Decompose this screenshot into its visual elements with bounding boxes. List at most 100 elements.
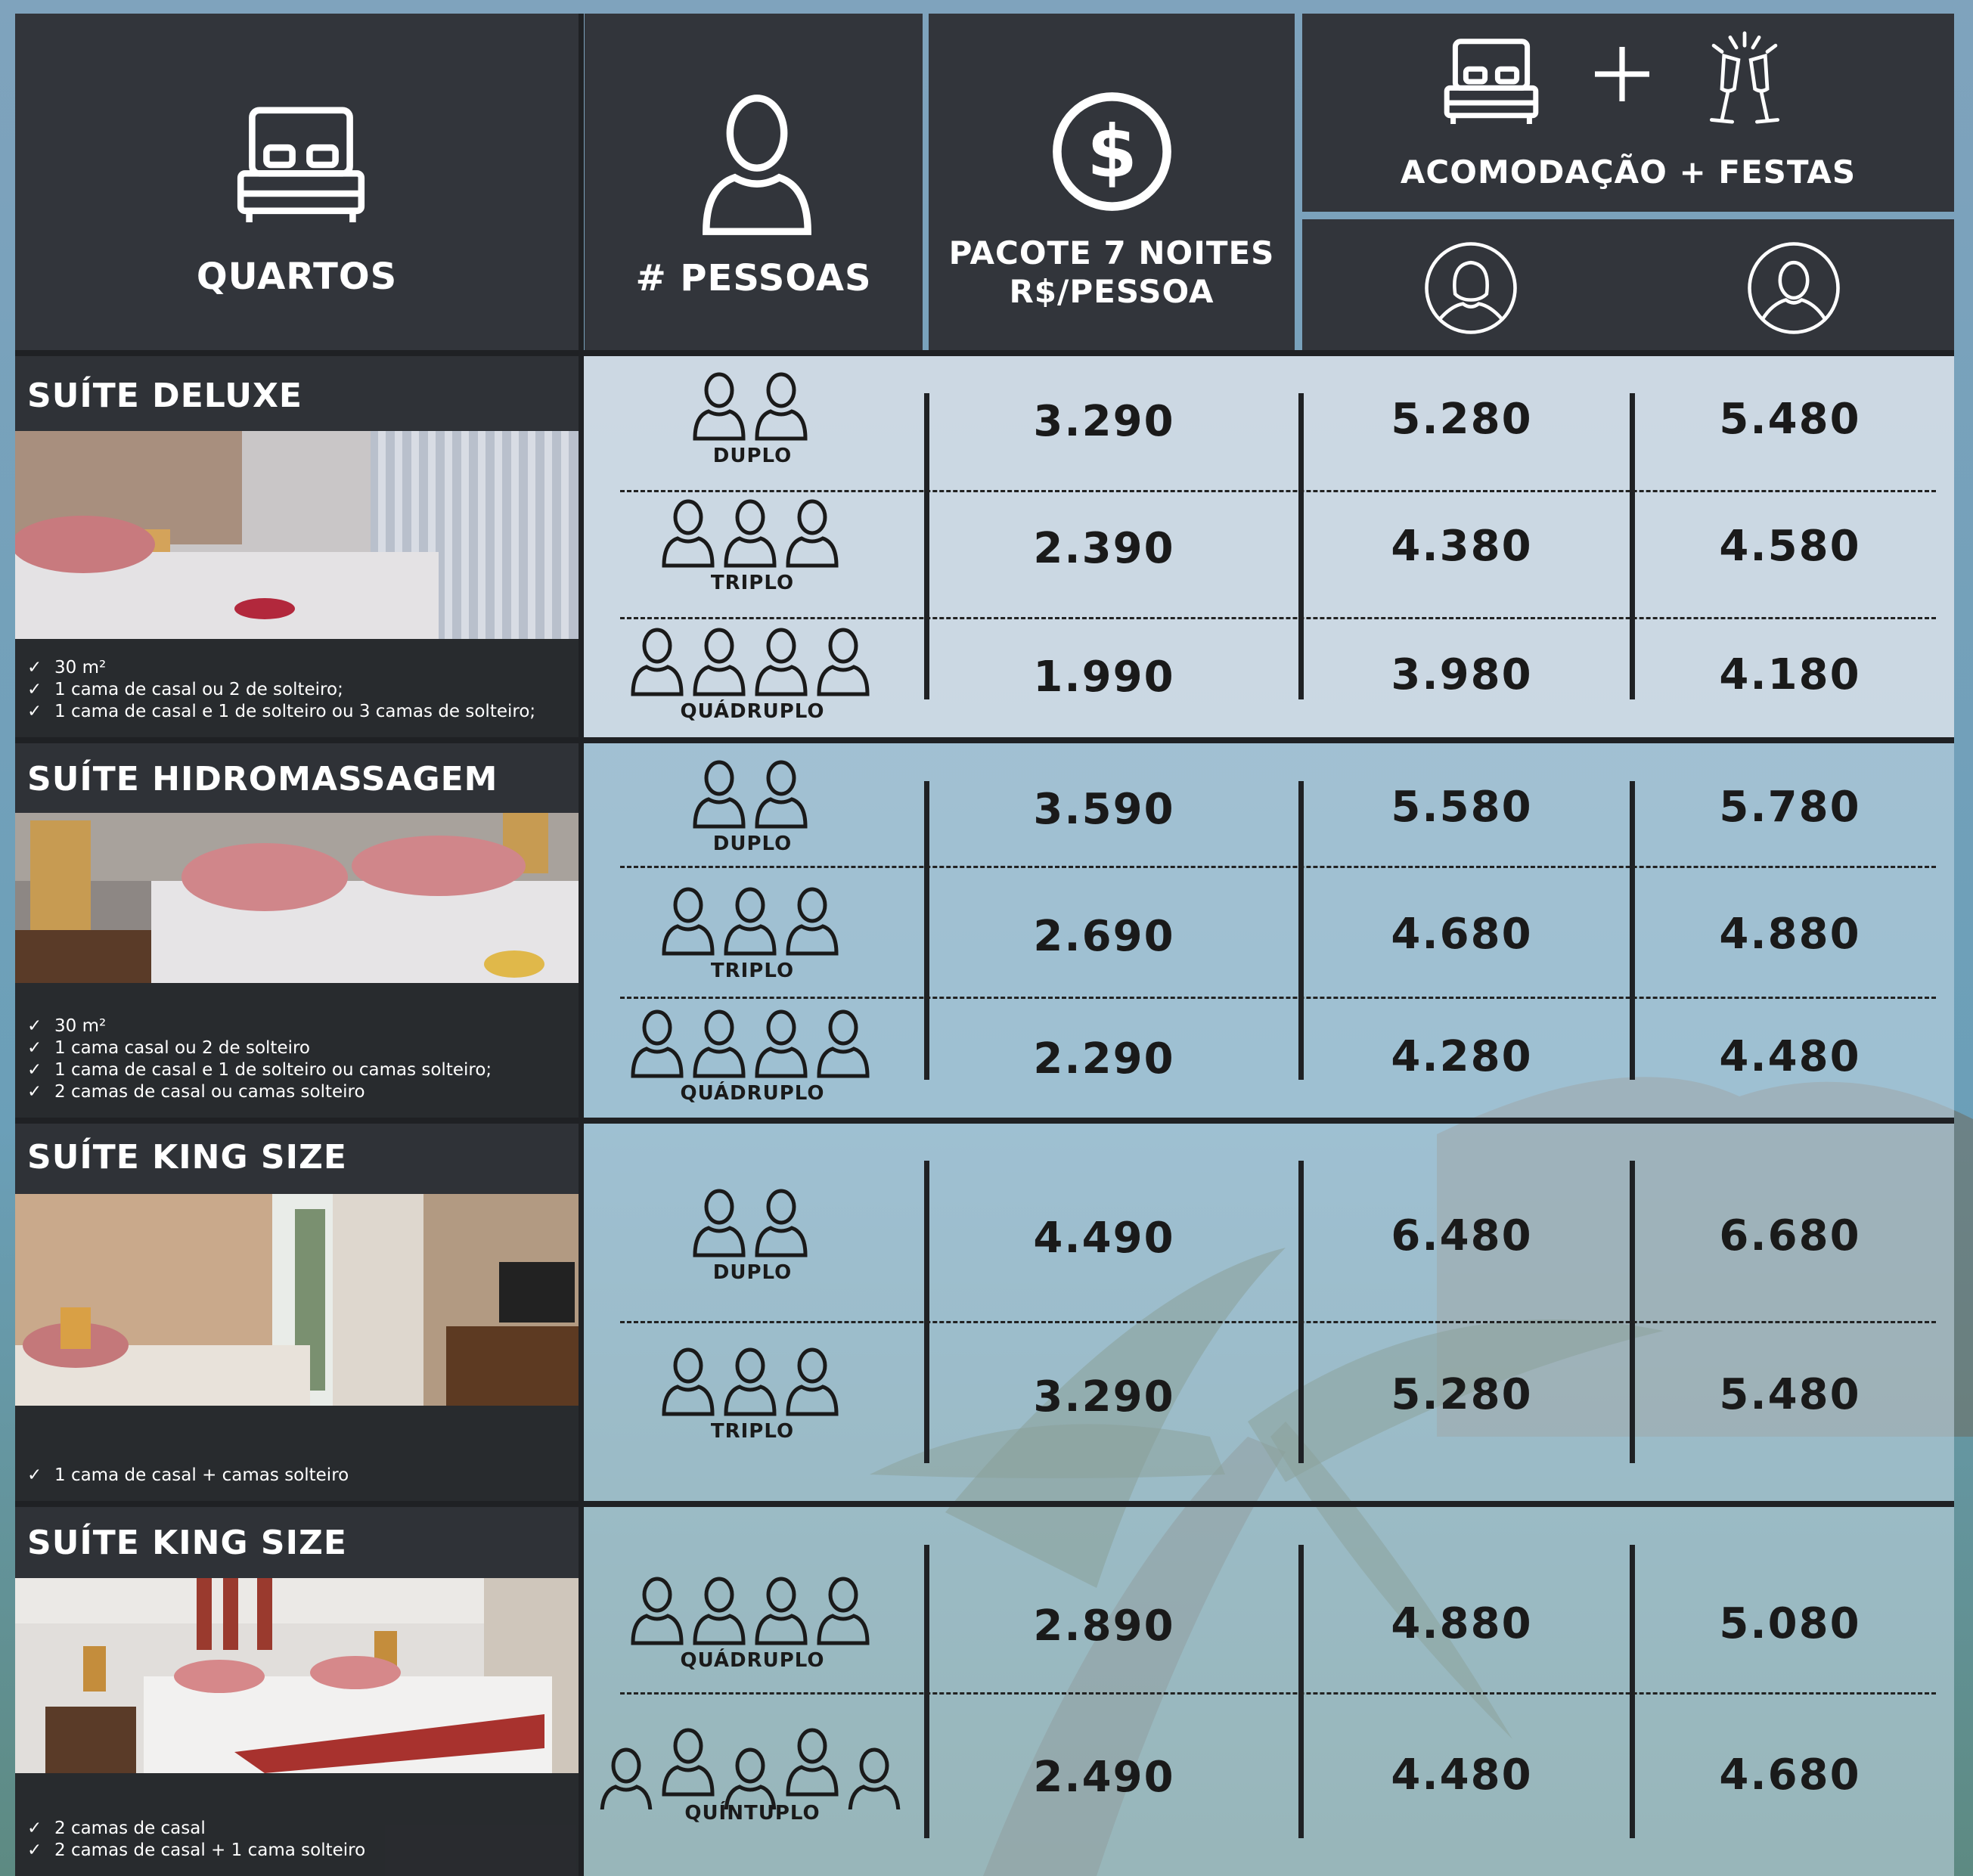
room-feature-text: 2 camas de casal + 1 cama solteiro	[54, 1840, 366, 1860]
bed-icon	[1444, 39, 1539, 124]
checkmark-icon: ✓	[27, 1819, 42, 1838]
female-avatar-icon	[1425, 242, 1517, 334]
room-feature-item: ✓ 1 cama de casal + camas solteiro	[27, 1465, 349, 1485]
room-feature-text: 30 m²	[54, 1016, 107, 1036]
row-divider	[620, 866, 1936, 868]
package-price: 3.590	[1033, 785, 1175, 834]
occupancy-label: DUPLO	[712, 1261, 793, 1284]
occupancy-people-icons	[693, 760, 808, 829]
room-feature-item: ✓ 30 m²	[27, 1016, 106, 1036]
female-combo-price: 5.580	[1391, 783, 1533, 832]
checkmark-icon: ✓	[27, 702, 42, 721]
header-people-cell: # PESSOAS	[585, 14, 923, 350]
room-feature-item: ✓ 1 cama casal ou 2 de solteiro	[27, 1038, 310, 1058]
header-female-cell	[1302, 219, 1954, 350]
occupancy-people-icons	[600, 1728, 901, 1809]
room-feature-text: 1 cama de casal e 1 de solteiro ou camas…	[54, 1060, 492, 1080]
room-features: ✓ 30 m² ✓ 1 cama de casal ou 2 de solteiro…	[15, 639, 579, 737]
room-feature-item: ✓ 2 camas de casal	[27, 1819, 206, 1838]
section-divider	[15, 350, 1954, 356]
room-feature-text: 30 m²	[54, 658, 107, 678]
package-price: 2.390	[1033, 524, 1175, 573]
room-feature-item: ✓ 1 cama de casal e 1 de solteiro ou cama…	[27, 1060, 492, 1080]
occupancy-people-icons	[662, 887, 839, 956]
male-combo-price: 4.480	[1719, 1032, 1861, 1081]
female-combo-price: 4.280	[1391, 1032, 1533, 1081]
package-header-line2: R$/PESSOA	[1009, 273, 1215, 310]
rooms-header-label: QUARTOS	[196, 256, 398, 298]
price-table-section: QUÁDRUPLO 2.890 4.880 5.080 QUÍNTUPLO 2.490 4…	[582, 1507, 1954, 1876]
occupancy-label: TRIPLO	[710, 1420, 795, 1443]
price-table-section: DUPLO 3.590 5.580 5.780 TRIPLO 2.690 4.680 4.8…	[582, 743, 1954, 1118]
row-divider	[620, 1321, 1936, 1323]
room-feature-text: 2 camas de casal	[54, 1819, 206, 1838]
header-combo-cell: ACOMODAÇÃO + FESTAS	[1302, 14, 1954, 212]
occupancy-label: QUÁDRUPLO	[680, 700, 825, 723]
dollar-icon: $	[1053, 92, 1171, 211]
male-combo-price: 6.680	[1719, 1211, 1861, 1260]
occupancy-label: QUÁDRUPLO	[680, 1082, 825, 1105]
male-combo-price: 5.480	[1719, 395, 1861, 444]
room-features: ✓ 2 camas de casal ✓ 2 camas de casal + 1 …	[15, 1773, 579, 1876]
svg-text:$: $	[1087, 110, 1137, 194]
column-divider	[1298, 1545, 1304, 1838]
occupancy-label: TRIPLO	[710, 960, 795, 982]
female-combo-price: 5.280	[1391, 1370, 1533, 1419]
room-feature-item: ✓ 2 camas de casal ou camas solteiro	[27, 1082, 365, 1102]
price-table-section: DUPLO 4.490 6.480 6.680 TRIPLO 3.290 5.280 5.4…	[582, 1123, 1954, 1501]
section-divider	[15, 1118, 1954, 1124]
room-card: SUÍTE KING SIZE ✓ 2 camas de casal ✓ 2 cam…	[15, 1507, 579, 1876]
column-divider	[1298, 393, 1304, 699]
checkmark-icon: ✓	[27, 1465, 42, 1485]
female-combo-price: 5.280	[1391, 395, 1533, 444]
room-photo	[15, 431, 579, 639]
column-divider	[1630, 1161, 1635, 1463]
room-features: ✓ 30 m² ✓ 1 cama casal ou 2 de solteiro ✓ 1…	[15, 983, 579, 1118]
room-feature-item: ✓ 2 camas de casal + 1 cama solteiro	[27, 1840, 365, 1860]
male-combo-price: 4.180	[1719, 650, 1861, 699]
column-divider	[924, 1545, 929, 1838]
male-combo-price: 5.780	[1719, 783, 1861, 832]
room-feature-item: ✓ 1 cama de casal ou 2 de solteiro;	[27, 680, 343, 699]
room-title: SUÍTE KING SIZE	[27, 1524, 347, 1562]
package-price: 3.290	[1033, 1372, 1175, 1422]
female-combo-price: 3.980	[1391, 650, 1533, 699]
occupancy-label: DUPLO	[712, 833, 793, 855]
checkmark-icon: ✓	[27, 1082, 42, 1102]
person-icon	[703, 95, 811, 235]
package-price: 3.290	[1033, 397, 1175, 446]
occupancy-people-icons	[693, 1189, 808, 1257]
bed-icon	[237, 107, 365, 222]
checkmark-icon: ✓	[27, 1038, 42, 1058]
column-divider	[924, 393, 929, 699]
occupancy-label: QUÁDRUPLO	[680, 1649, 825, 1672]
male-avatar-icon	[1748, 242, 1840, 334]
occupancy-people-icons	[662, 1347, 839, 1416]
people-header-label: # PESSOAS	[635, 257, 872, 299]
package-price: 2.890	[1033, 1602, 1175, 1651]
column-divider	[1630, 1545, 1635, 1838]
checkmark-icon: ✓	[27, 680, 42, 699]
occupancy-people-icons	[631, 1009, 870, 1078]
package-price: 1.990	[1033, 653, 1175, 702]
room-feature-text: 1 cama casal ou 2 de solteiro	[54, 1038, 311, 1058]
occupancy-label: DUPLO	[712, 445, 793, 467]
room-features: ✓ 1 cama de casal + camas solteiro	[15, 1406, 579, 1501]
price-table-section: DUPLO 3.290 5.280 5.480 TRIPLO 2.390 4.380 4.5…	[582, 355, 1954, 737]
occupancy-people-icons	[662, 499, 839, 568]
occupancy-people-icons	[631, 628, 870, 696]
room-photo	[15, 1578, 579, 1773]
plus-icon	[1595, 47, 1649, 101]
room-title: SUÍTE KING SIZE	[27, 1138, 347, 1177]
room-card: SUÍTE KING SIZE ✓ 1 cama de casal + camas…	[15, 1123, 579, 1501]
combo-header-label: ACOMODAÇÃO + FESTAS	[1400, 153, 1857, 191]
room-photo	[15, 813, 579, 983]
room-feature-item: ✓ 30 m²	[27, 658, 106, 678]
column-divider	[1298, 1161, 1304, 1463]
package-header-line1: PACOTE 7 NOITES	[948, 234, 1275, 271]
column-divider	[1298, 781, 1304, 1080]
male-combo-price: 4.580	[1719, 522, 1861, 571]
occupancy-label: QUÍNTUPLO	[684, 1802, 821, 1825]
female-combo-price: 4.380	[1391, 522, 1533, 571]
row-divider	[620, 1692, 1936, 1695]
